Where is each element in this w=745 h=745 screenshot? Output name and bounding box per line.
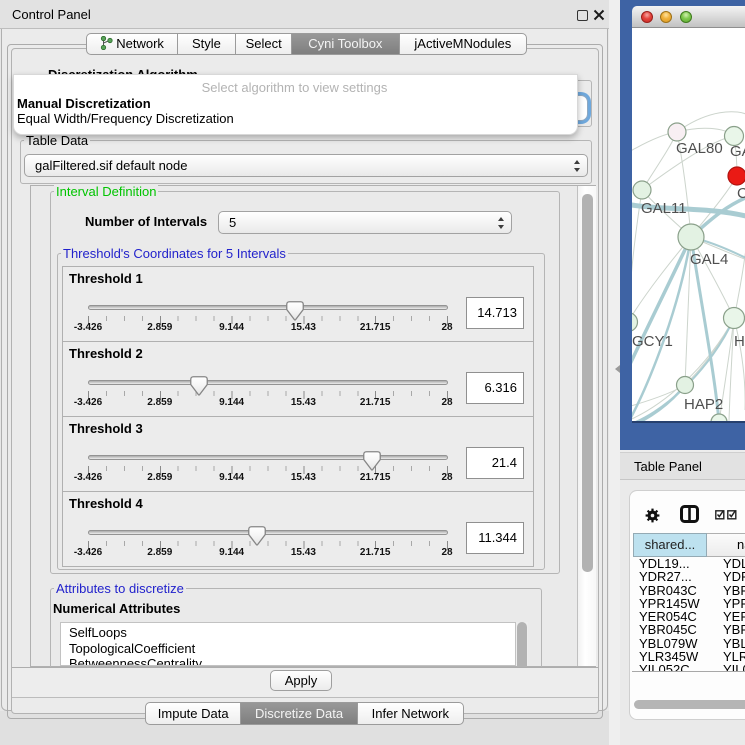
- svg-text:H: H: [734, 333, 745, 350]
- svg-text:C: C: [737, 185, 745, 202]
- svg-text:GA: GA: [730, 143, 745, 160]
- svg-text:GAL80: GAL80: [676, 140, 723, 157]
- svg-text:HAP2: HAP2: [684, 396, 723, 413]
- svg-text:GAL4: GAL4: [690, 251, 728, 268]
- svg-text:GAL11: GAL11: [641, 200, 687, 217]
- svg-text:GCY1: GCY1: [632, 333, 673, 350]
